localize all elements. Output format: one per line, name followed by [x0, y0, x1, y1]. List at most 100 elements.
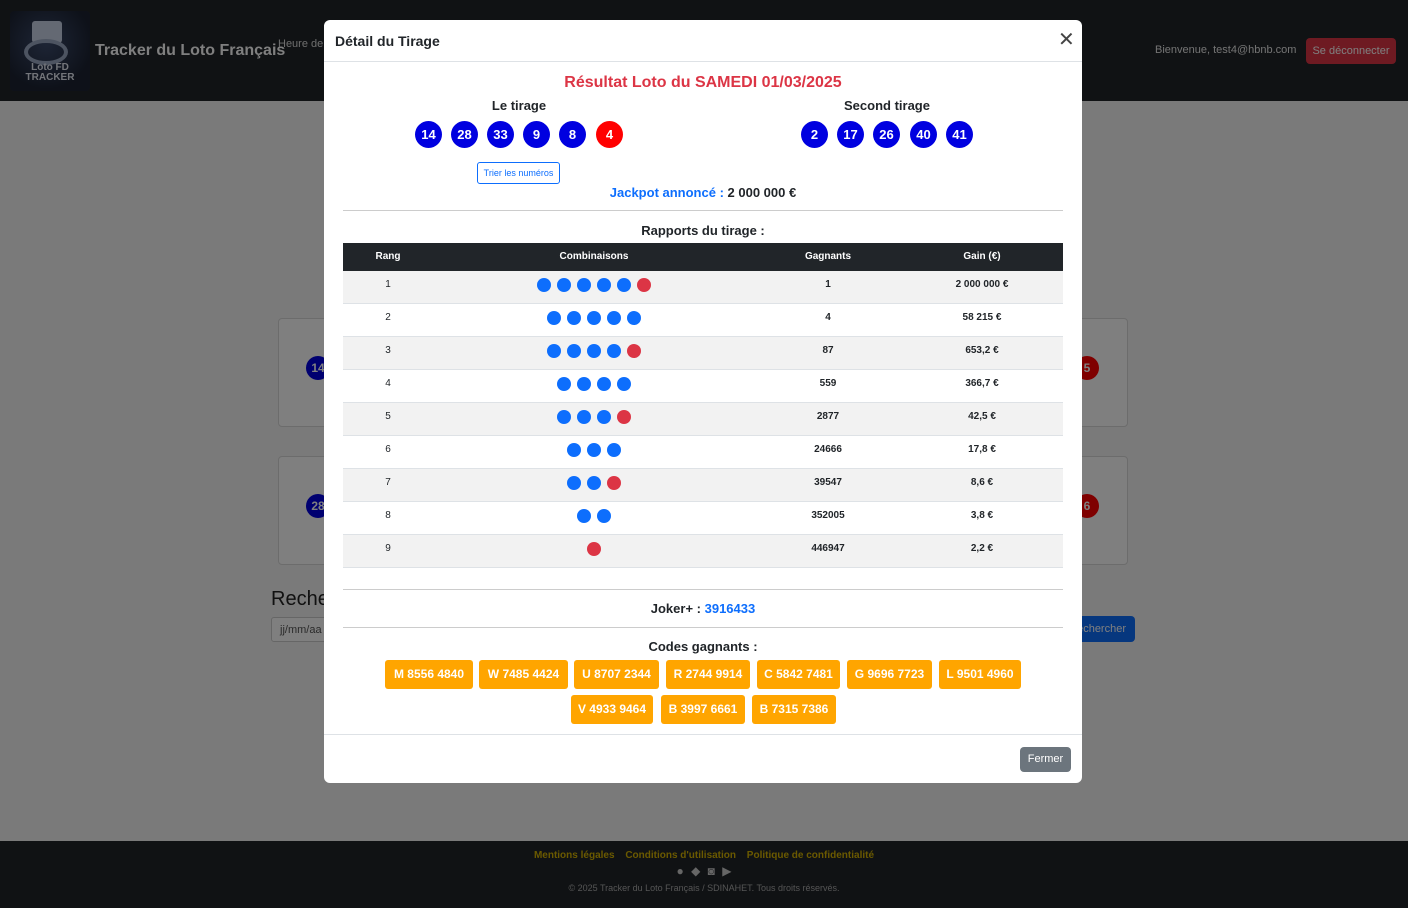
table-row: 7 39547 8,6 €: [343, 469, 1063, 502]
codes-title: Codes gagnants :: [648, 639, 758, 654]
table-row: 2 4 58 215 €: [343, 304, 1063, 337]
close-icon[interactable]: ✕: [1058, 30, 1075, 50]
rang-cell: 6: [385, 444, 391, 455]
main-number-dot: [627, 311, 641, 325]
main-number-dot: [557, 278, 571, 292]
rang-cell: 2: [385, 312, 391, 323]
main-number-dot: [567, 476, 581, 490]
combination-cell: [443, 443, 745, 457]
gain-cell: 42,5 €: [968, 411, 996, 422]
main-number-dot: [607, 311, 621, 325]
combination-cell: [443, 410, 745, 424]
gain-cell: 2,2 €: [970, 543, 994, 554]
combination-cell: [443, 344, 745, 358]
divider: [343, 589, 1063, 590]
main-number-dot: [557, 377, 571, 391]
main-number-dot: [597, 509, 611, 523]
main-number-dot: [597, 410, 611, 424]
main-number-dot: [567, 344, 581, 358]
gagnants-cell: 39547: [814, 477, 842, 488]
jackpot-value: 2 000 000 €: [727, 185, 797, 200]
divider: [343, 627, 1063, 628]
gagnants-cell: 87: [822, 345, 834, 356]
gagnants-cell: 446947: [811, 543, 845, 554]
chance-number-dot: [587, 542, 601, 556]
main-number-dot: [547, 311, 561, 325]
combination-cell: [443, 377, 745, 391]
table-header: Rang Combinaisons Gagnants Gain (€): [343, 243, 1063, 271]
joker-value: 3916433: [704, 601, 756, 616]
gagnants-cell: 24666: [814, 444, 842, 455]
main-number-dot: [617, 278, 631, 292]
draw-ball: 33: [487, 121, 514, 148]
column-header-gagnants: Gagnants: [804, 251, 852, 262]
gain-cell: 2 000 000 €: [955, 279, 1009, 290]
jackpot-label: Jackpot annoncé :: [609, 185, 724, 200]
draw-ball: 9: [523, 121, 550, 148]
gain-cell: 17,8 €: [968, 444, 996, 455]
main-number-dot: [577, 410, 591, 424]
chance-number-dot: [627, 344, 641, 358]
winning-code: B 7315 7386: [752, 695, 836, 724]
jackpot: Jackpot annoncé : 2 000 000 €: [324, 185, 1082, 200]
table-row: 3 87 653,2 €: [343, 337, 1063, 370]
combination-cell: [443, 509, 745, 523]
gain-cell: 8,6 €: [970, 477, 994, 488]
main-number-dot: [617, 377, 631, 391]
table-row: 6 24666 17,8 €: [343, 436, 1063, 469]
gagnants-cell: 4: [825, 312, 831, 323]
joker: Joker+ : 3916433: [324, 601, 1082, 616]
modal-title: Détail du Tirage: [335, 33, 440, 49]
main-number-dot: [587, 443, 601, 457]
winning-code: W 7485 4424: [479, 660, 568, 689]
close-button[interactable]: Fermer: [1020, 747, 1071, 772]
rang-cell: 3: [385, 345, 391, 356]
draw-ball: 4: [596, 121, 623, 148]
gain-cell: 366,7 €: [965, 378, 999, 389]
rang-cell: 5: [385, 411, 391, 422]
rang-cell: 4: [385, 378, 391, 389]
gagnants-cell: 2877: [816, 411, 840, 422]
column-header-gain: Gain (€): [963, 251, 1001, 262]
column-header-combinaisons: Combinaisons: [559, 251, 629, 262]
main-number-dot: [577, 377, 591, 391]
modal-footer: Fermer: [324, 734, 1082, 783]
rang-cell: 9: [385, 543, 391, 554]
result-title: Résultat Loto du SAMEDI 01/03/2025: [564, 74, 842, 91]
modal-header: Détail du Tirage ✕: [324, 20, 1082, 62]
draw-ball: 14: [415, 121, 442, 148]
combination-cell: [443, 476, 745, 490]
winning-code: R 2744 9914: [666, 660, 750, 689]
table-row: 5 2877 42,5 €: [343, 403, 1063, 436]
winning-code: G 9696 7723: [847, 660, 932, 689]
chance-number-dot: [637, 278, 651, 292]
gagnants-cell: 559: [819, 378, 837, 389]
first-draw-label: Le tirage: [491, 98, 547, 113]
table-row: 8 352005 3,8 €: [343, 502, 1063, 535]
main-number-dot: [587, 476, 601, 490]
winning-code: U 8707 2344: [574, 660, 659, 689]
table-row: 1 1 2 000 000 €: [343, 271, 1063, 304]
table-row: 9 446947 2,2 €: [343, 535, 1063, 568]
second-draw-ball: 26: [873, 121, 900, 148]
second-draw-ball: 17: [837, 121, 864, 148]
table-row: 4 559 366,7 €: [343, 370, 1063, 403]
draw-ball: 8: [559, 121, 586, 148]
winning-code: B 3997 6661: [661, 695, 745, 724]
gagnants-cell: 1: [825, 279, 831, 290]
combination-cell: [443, 311, 745, 325]
winning-code: C 5842 7481: [757, 660, 840, 689]
combination-cell: [443, 542, 745, 556]
gain-cell: 3,8 €: [970, 510, 994, 521]
main-number-dot: [587, 311, 601, 325]
gain-cell: 58 215 €: [962, 312, 1002, 323]
main-number-dot: [607, 443, 621, 457]
rang-cell: 1: [385, 279, 391, 290]
main-number-dot: [587, 344, 601, 358]
main-number-dot: [567, 443, 581, 457]
main-number-dot: [567, 311, 581, 325]
chance-number-dot: [607, 476, 621, 490]
sort-numbers-button[interactable]: Trier les numéros: [477, 162, 560, 184]
main-number-dot: [577, 278, 591, 292]
draw-ball: 28: [451, 121, 478, 148]
